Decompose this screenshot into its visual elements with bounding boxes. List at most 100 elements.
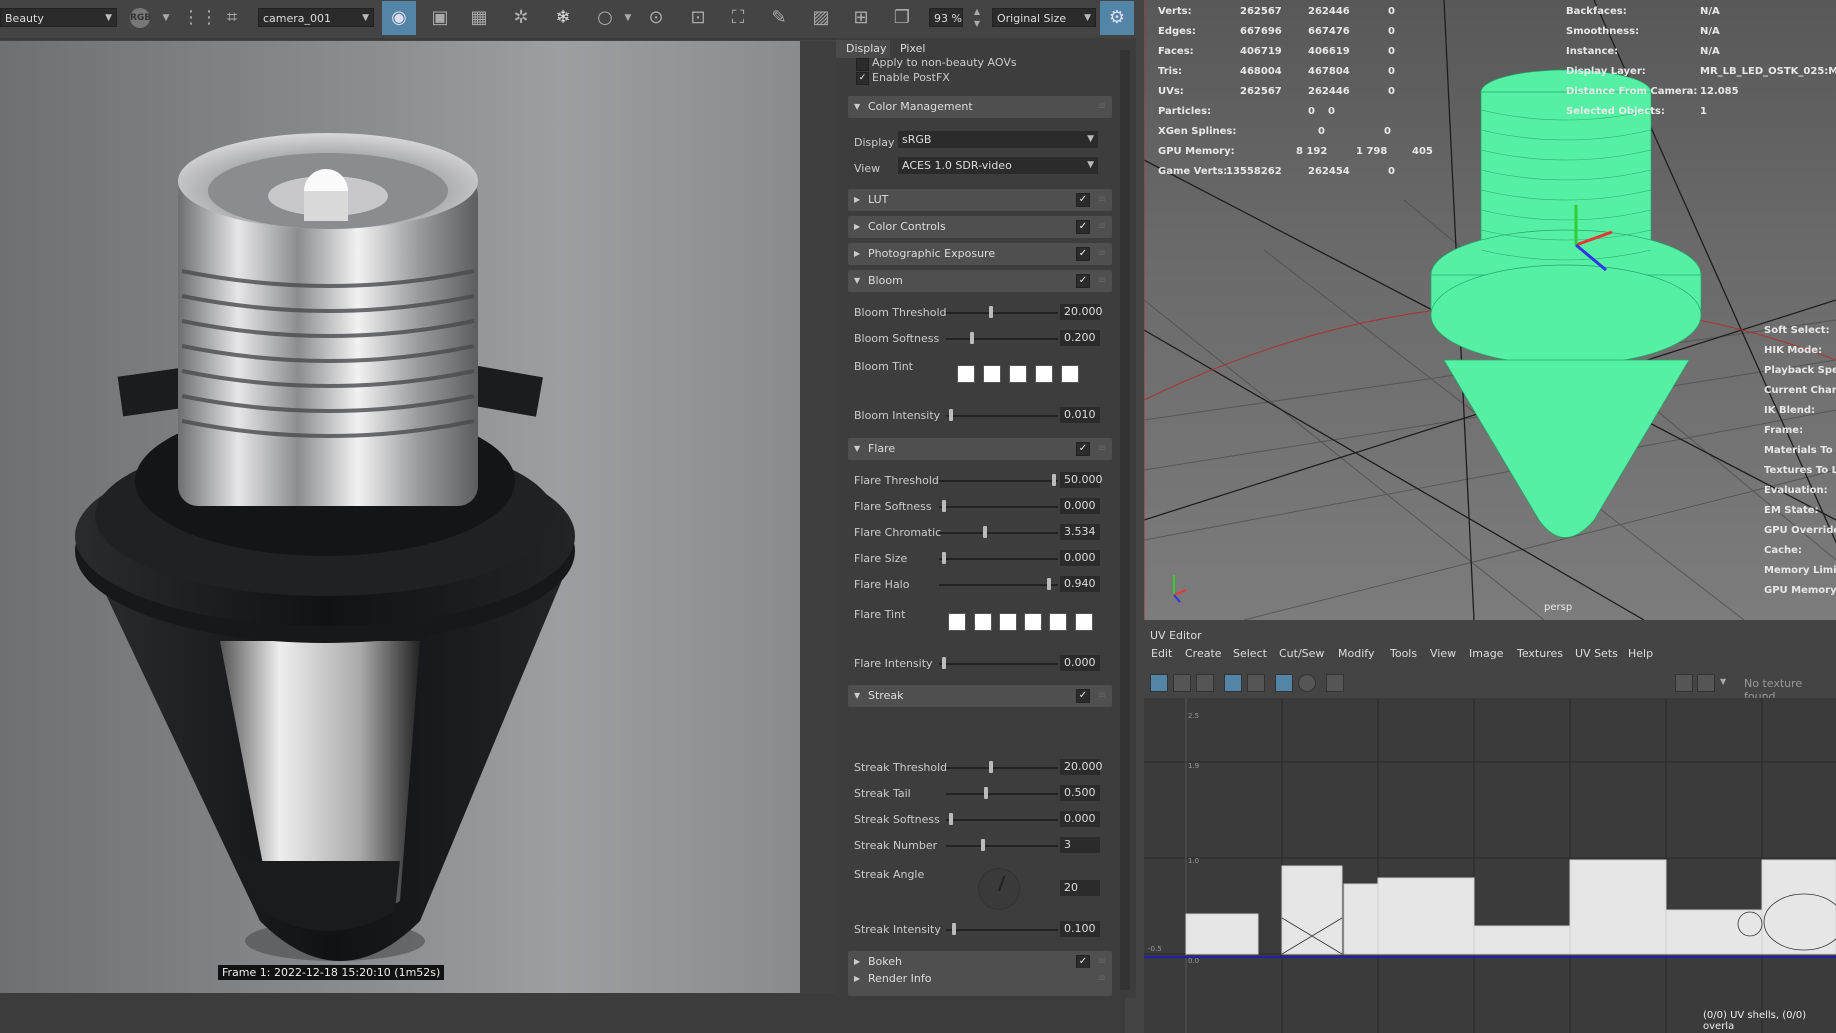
menu-select[interactable]: Select — [1233, 647, 1267, 660]
camera-icon[interactable]: ▣ — [428, 6, 452, 30]
bloom-intensity-field[interactable]: 0.010 — [1060, 407, 1100, 423]
uv-target-icon[interactable] — [1298, 674, 1316, 692]
bloom-tint-swatch-2[interactable] — [983, 365, 1001, 383]
bloom-softness-field[interactable]: 0.200 — [1060, 330, 1100, 346]
bloom-threshold-field[interactable]: 20.000 — [1060, 304, 1103, 320]
streak-softness-slider[interactable] — [946, 819, 1058, 821]
grid-dots-icon[interactable]: ⋮⋮ — [182, 6, 218, 30]
section-color-management[interactable]: ▼ Color Management ≡ — [848, 96, 1112, 118]
streak-tail-handle[interactable] — [983, 787, 988, 799]
section-color-controls[interactable]: ▶ Color Controls ✓ ≡ — [848, 216, 1112, 238]
streak-tail-field[interactable]: 0.500 — [1060, 785, 1100, 801]
aov-select[interactable]: Beauty ▼ — [0, 8, 117, 27]
menu-uv-sets[interactable]: UV Sets — [1575, 647, 1618, 660]
color-controls-enable-checkbox[interactable]: ✓ — [1076, 220, 1090, 234]
menu-modify[interactable]: Modify — [1338, 647, 1374, 660]
focus-icon[interactable]: ⊡ — [686, 6, 710, 30]
zoom-field[interactable]: 93 % — [929, 8, 963, 27]
streak-enable-checkbox[interactable]: ✓ — [1076, 689, 1090, 703]
flare-halo-field[interactable]: 0.940 — [1060, 576, 1100, 592]
streak-softness-field[interactable]: 0.000 — [1060, 811, 1100, 827]
bloom-tint-swatch-3[interactable] — [1009, 365, 1027, 383]
uv-distortion-icon[interactable] — [1196, 674, 1214, 692]
uv-checker-icon[interactable] — [1247, 674, 1265, 692]
circle-icon[interactable]: ○ — [593, 6, 617, 30]
persp-viewport[interactable]: Verts: 262567 262446 0 Edges: 667696 667476 0 … — [1144, 0, 1836, 620]
flare-intensity-field[interactable]: 0.000 — [1060, 655, 1100, 671]
menu-tools[interactable]: Tools — [1390, 647, 1417, 660]
streak-threshold-handle[interactable] — [989, 761, 994, 773]
target-icon[interactable]: ⊙ — [644, 6, 668, 30]
flare-tint-swatch-1[interactable] — [948, 613, 966, 631]
streak-intensity-handle[interactable] — [952, 923, 957, 935]
section-render-info[interactable]: ▶ Render Info ≡ — [848, 968, 1112, 990]
menu-create[interactable]: Create — [1185, 647, 1222, 660]
edit-image-icon[interactable]: ✎ — [767, 6, 791, 30]
flare-softness-slider[interactable] — [939, 506, 1058, 508]
copy-icon[interactable]: ❐ — [890, 6, 914, 30]
bloom-intensity-handle[interactable] — [949, 409, 954, 421]
section-lut[interactable]: ▶ LUT ✓ ≡ — [848, 189, 1112, 211]
streak-angle-dial[interactable] — [978, 868, 1020, 910]
flare-intensity-handle[interactable] — [942, 657, 947, 669]
fit-frame-icon[interactable]: ⛶ — [726, 6, 750, 30]
image-icon[interactable]: ▨ — [809, 6, 833, 30]
uv-grid-toggle-icon[interactable] — [1224, 674, 1242, 692]
section-bloom[interactable]: ▼ Bloom ✓ ≡ — [848, 270, 1112, 292]
uv-image-icon[interactable] — [1675, 674, 1693, 692]
menu-view[interactable]: View — [1430, 647, 1456, 660]
flare-tint-swatch-3[interactable] — [999, 613, 1017, 631]
apply-non-beauty-checkbox[interactable] — [856, 58, 869, 71]
section-photographic-exposure[interactable]: ▶ Photographic Exposure ✓ ≡ — [848, 243, 1112, 265]
bloom-tint-swatch-4[interactable] — [1035, 365, 1053, 383]
streak-intensity-field[interactable]: 0.100 — [1060, 921, 1100, 937]
chevron-down-icon[interactable]: ▼ — [154, 6, 178, 30]
flare-softness-field[interactable]: 0.000 — [1060, 498, 1100, 514]
lut-enable-checkbox[interactable]: ✓ — [1076, 193, 1090, 207]
uv-snapshot-camera-icon[interactable] — [1326, 674, 1344, 692]
uv-display-mode-icon[interactable] — [1150, 674, 1168, 692]
flare-halo-slider[interactable] — [939, 584, 1058, 586]
bloom-enable-checkbox[interactable]: ✓ — [1076, 274, 1090, 288]
flare-size-slider[interactable] — [939, 558, 1058, 560]
exposure-enable-checkbox[interactable]: ✓ — [1076, 247, 1090, 261]
flare-halo-handle[interactable] — [1047, 578, 1052, 590]
uv-grid-canvas[interactable]: 2.5 1.9 1.0 0.0 -0.5 — [1144, 698, 1836, 1033]
size-select[interactable]: Original Size ▼ — [992, 8, 1096, 27]
flare-tint-swatch-2[interactable] — [974, 613, 992, 631]
streak-number-field[interactable]: 3 — [1060, 837, 1100, 853]
section-streak[interactable]: ▼ Streak ✓ ≡ — [848, 685, 1112, 707]
panel-scrollbar[interactable] — [1120, 50, 1130, 990]
streak-tail-slider[interactable] — [946, 793, 1058, 795]
display-select[interactable]: sRGB ▼ — [898, 131, 1098, 148]
flare-chromatic-slider[interactable] — [939, 532, 1058, 534]
add-icon[interactable]: ⊞ — [849, 6, 873, 30]
streak-threshold-slider[interactable] — [946, 767, 1058, 769]
bloom-tint-swatch-1[interactable] — [957, 365, 975, 383]
bloom-threshold-slider[interactable] — [946, 312, 1058, 314]
bloom-softness-handle[interactable] — [969, 332, 974, 344]
streak-softness-handle[interactable] — [949, 813, 954, 825]
camera-select[interactable]: camera_001 ▼ — [258, 8, 374, 27]
uv-checker-pattern-icon[interactable] — [1697, 674, 1715, 692]
bloom-intensity-slider[interactable] — [946, 415, 1058, 417]
streak-threshold-field[interactable]: 20.000 — [1060, 759, 1103, 775]
menu-help[interactable]: Help — [1628, 647, 1653, 660]
flare-chromatic-handle[interactable] — [982, 526, 987, 538]
chevron-down-icon[interactable]: ▼ — [616, 6, 640, 30]
rgb-channel-icon[interactable]: RGB — [128, 6, 152, 30]
flare-tint-swatch-6[interactable] — [1075, 613, 1093, 631]
flare-size-field[interactable]: 0.000 — [1060, 550, 1100, 566]
bokeh-enable-checkbox[interactable]: ✓ — [1076, 955, 1090, 969]
enable-postfx-checkbox[interactable]: ✓ — [856, 72, 869, 85]
uv-shaded-icon[interactable] — [1173, 674, 1191, 692]
bloom-softness-slider[interactable] — [946, 338, 1058, 340]
chevron-down-icon[interactable]: ▼ — [1720, 677, 1726, 686]
grid-icon[interactable]: ▦ — [467, 6, 491, 30]
flare-softness-handle[interactable] — [942, 500, 947, 512]
streak-number-handle[interactable] — [980, 839, 985, 851]
flare-threshold-handle[interactable] — [1051, 474, 1056, 486]
flare-size-handle[interactable] — [942, 552, 947, 564]
snowflake-icon[interactable]: ❄ — [551, 6, 575, 30]
flare-intensity-slider[interactable] — [939, 663, 1058, 665]
